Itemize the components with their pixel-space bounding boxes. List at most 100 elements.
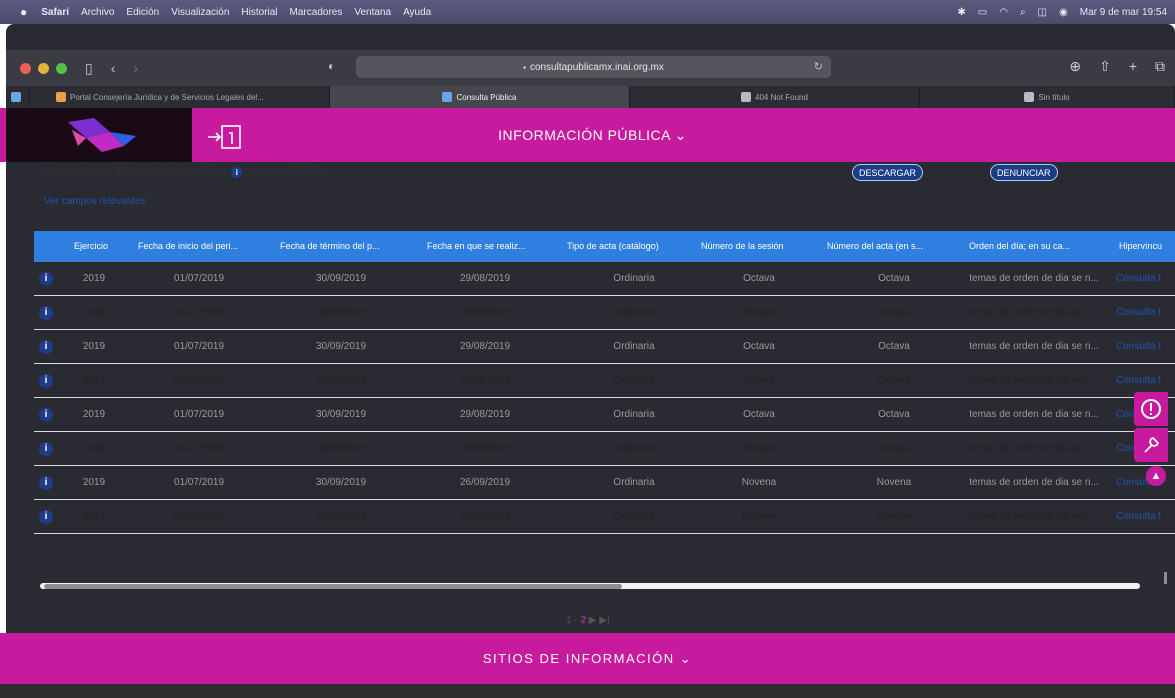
chevron-up-icon: ▲	[1150, 470, 1162, 482]
sidebar-toggle-icon[interactable]: ▯	[85, 60, 93, 77]
tab-sin-titulo[interactable]: Sin título	[920, 86, 1175, 108]
url-text: consultapublicamx.inai.org.mx	[529, 61, 664, 73]
lock-icon: ▪	[523, 62, 526, 72]
menu-archivo[interactable]: Archivo	[81, 7, 114, 18]
col-ejercicio[interactable]: Ejercicio	[74, 231, 134, 262]
tab-404[interactable]: 404 Not Found	[630, 86, 920, 108]
row-info-icon[interactable]: i	[39, 408, 53, 422]
minimize-window-button[interactable]	[38, 62, 49, 74]
cell-hipervinculo-link[interactable]: Consulta I	[1116, 296, 1175, 330]
sitios-informacion-menu[interactable]: SITIOS DE INFORMACIÓN ⌄	[0, 633, 1175, 684]
tab-favicon	[442, 92, 453, 102]
relevant-fields-link[interactable]: Ver campos relevantes	[44, 196, 146, 207]
pager-next-last[interactable]: ▶ ▶|	[589, 615, 610, 626]
menu-edicion[interactable]: Edición	[126, 7, 159, 18]
scroll-to-top-button[interactable]: ▲	[1146, 466, 1166, 486]
cell-numero-acta: Octava	[878, 273, 910, 284]
menu-ayuda[interactable]: Ayuda	[403, 7, 431, 18]
cell-fecha-realizacion: 29/08/2019	[459, 443, 511, 454]
results-count: 294	[115, 166, 132, 177]
cell-tipo-acta: Ordinaria	[613, 443, 655, 454]
siri-icon[interactable]: ◉	[1059, 7, 1068, 18]
table-row: i 2019 01/07/2019 30/09/2019 29/08/2019 …	[34, 296, 1175, 330]
tab-overview-icon[interactable]: ⧉	[1155, 58, 1165, 75]
cell-numero-sesion: Octava	[743, 341, 775, 352]
downloads-icon[interactable]: ⊕	[1069, 58, 1081, 75]
table-row: i 2019 01/07/2019 30/09/2019 26/09/2019 …	[34, 500, 1175, 534]
cell-fecha-realizacion: 26/09/2019	[459, 511, 511, 522]
tab-favicon	[1024, 92, 1035, 102]
battery-icon[interactable]: ▭	[978, 7, 987, 18]
zoom-window-button[interactable]	[56, 62, 67, 74]
wifi-icon[interactable]: ◠	[999, 7, 1008, 18]
row-info-icon[interactable]: i	[39, 476, 53, 490]
col-numero-acta[interactable]: Número del acta (en s...	[827, 231, 957, 262]
col-fecha-termino[interactable]: Fecha de término del p...	[280, 231, 406, 262]
table-row: i 2019 01/07/2019 30/09/2019 29/08/2019 …	[34, 330, 1175, 364]
window-controls	[20, 62, 67, 74]
informacion-publica-menu[interactable]: INFORMACIÓN PÚBLICA ⌄	[0, 108, 1175, 162]
cell-numero-acta: Octava	[878, 341, 910, 352]
cell-hipervinculo-link[interactable]: Consulta I	[1116, 330, 1175, 364]
cell-numero-sesion: Octava	[743, 307, 775, 318]
download-button[interactable]: DESCARGAR	[852, 164, 924, 181]
col-hipervinculo[interactable]: Hipervíncu	[1119, 231, 1175, 262]
cell-hipervinculo-link[interactable]: Consulta I	[1116, 500, 1175, 534]
bluetooth-icon[interactable]: ✱	[957, 7, 965, 18]
menu-visualizacion[interactable]: Visualización	[171, 7, 229, 18]
col-orden-dia[interactable]: Orden del día; en su ca...	[969, 231, 1109, 262]
col-fecha-inicio[interactable]: Fecha de inicio del peri...	[138, 231, 264, 262]
tools-float-button[interactable]	[1134, 428, 1168, 462]
pager-current-page[interactable]: 2	[580, 615, 586, 626]
tab-portal-consejeria[interactable]: Portal Consejería Jurídica y de Servicio…	[30, 86, 330, 108]
row-info-icon[interactable]: i	[39, 340, 53, 354]
cell-hipervinculo-link[interactable]: Consulta I	[1116, 262, 1175, 296]
table-row: i 2019 01/07/2019 30/09/2019 29/08/2019 …	[34, 398, 1175, 432]
wrench-icon	[1144, 436, 1160, 453]
cell-fecha-realizacion: 29/08/2019	[459, 409, 511, 420]
alert-icon	[1141, 399, 1161, 419]
horizontal-scrollbar-thumb[interactable]	[44, 584, 622, 589]
alert-float-button[interactable]	[1134, 392, 1168, 426]
close-window-button[interactable]	[20, 62, 31, 74]
control-center-icon[interactable]: ◫	[1038, 7, 1047, 18]
cell-hipervinculo-link[interactable]: Consulta I	[1116, 466, 1175, 500]
row-info-icon[interactable]: i	[39, 510, 53, 524]
cell-ejercicio: 2019	[82, 409, 106, 420]
reload-icon[interactable]: ↻	[814, 60, 823, 73]
col-fecha-realizacion[interactable]: Fecha en que se realiz...	[427, 231, 553, 262]
menu-safari[interactable]: Safari	[41, 7, 69, 18]
col-tipo-acta[interactable]: Tipo de acta (catálogo)	[567, 231, 697, 262]
cell-fecha-realizacion: 29/08/2019	[459, 375, 511, 386]
pager-prefix[interactable]: 1 -	[566, 615, 580, 626]
menubar-status-area: ✱ ▭ ◠ ⌕ ◫ ◉ Mar 9 de mar 19:54	[957, 0, 1167, 24]
pinned-tab[interactable]	[6, 86, 30, 108]
menu-marcadores[interactable]: Marcadores	[290, 7, 343, 18]
forward-icon[interactable]: ›	[133, 60, 138, 76]
cell-fecha-termino: 30/09/2019	[315, 307, 367, 318]
back-icon[interactable]: ‹	[111, 60, 116, 76]
cell-numero-sesion: Octava	[743, 273, 775, 284]
row-info-icon[interactable]: i	[39, 272, 53, 286]
row-info-icon[interactable]: i	[39, 374, 53, 388]
menu-ventana[interactable]: Ventana	[354, 7, 391, 18]
report-button[interactable]: DENUNCIAR	[990, 164, 1058, 181]
privacy-shield-icon[interactable]: ◐	[328, 59, 335, 73]
cell-fecha-termino: 30/09/2019	[315, 273, 367, 284]
share-icon[interactable]: ⇧	[1099, 58, 1111, 75]
menu-historial[interactable]: Historial	[241, 7, 277, 18]
row-info-icon[interactable]: i	[39, 442, 53, 456]
tab-consulta-publica[interactable]: Consulta Pública	[330, 86, 630, 108]
vertical-scrollbar-thumb[interactable]	[1164, 572, 1167, 584]
row-info-icon[interactable]: i	[39, 306, 53, 320]
menubar-clock[interactable]: Mar 9 de mar 19:54	[1080, 7, 1167, 18]
cell-numero-sesion: Novena	[741, 511, 777, 522]
col-numero-sesion[interactable]: Número de la sesión	[701, 231, 827, 262]
cell-fecha-realizacion: 29/08/2019	[459, 307, 511, 318]
new-tab-icon[interactable]: +	[1129, 58, 1137, 75]
cell-numero-sesion: Novena	[741, 477, 777, 488]
search-icon[interactable]: ⌕	[1020, 7, 1026, 18]
apple-icon[interactable]: ●	[20, 5, 27, 19]
address-bar[interactable]: ▪ consultapublicamx.inai.org.mx ↻	[356, 56, 831, 78]
results-prefix: Se encontraron	[44, 166, 116, 177]
